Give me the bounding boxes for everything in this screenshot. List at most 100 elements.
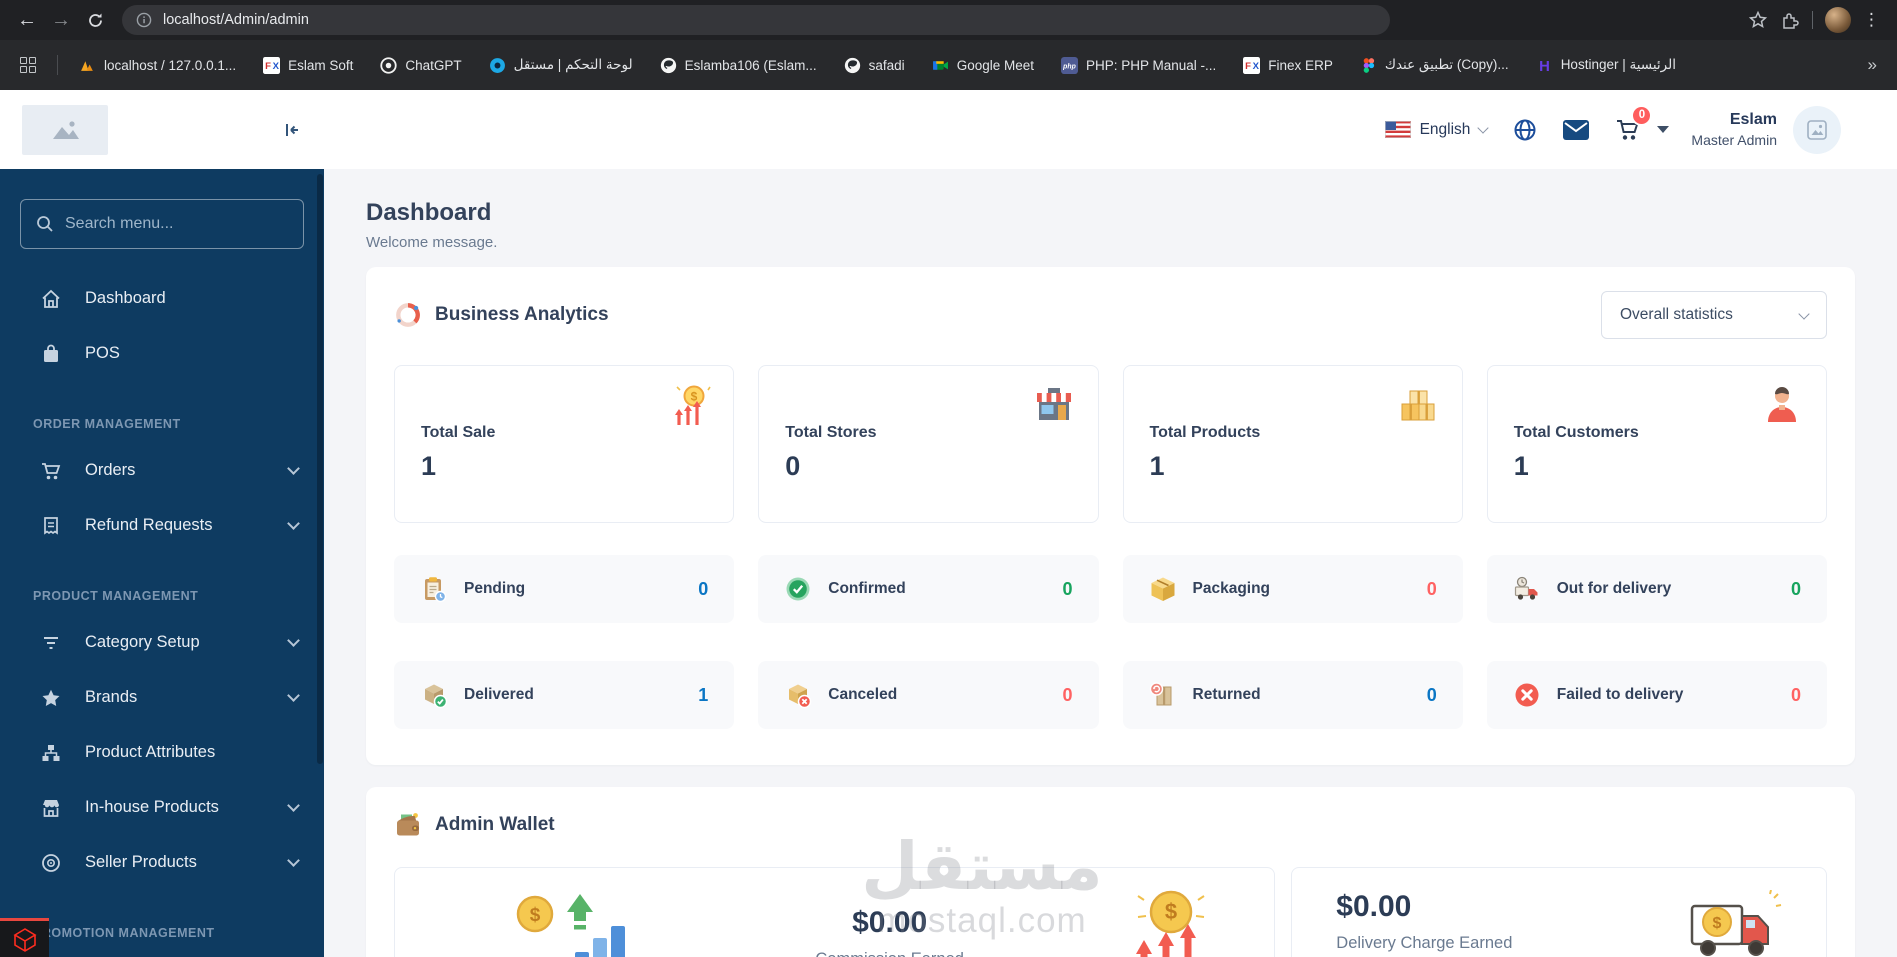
sidebar-item-refund-requests[interactable]: Refund Requests <box>0 498 324 553</box>
stat-card-grid: Total Sale 1 $ Total Stores 0 Total Prod… <box>394 365 1827 523</box>
sidebar-section-order-management: ORDER MANAGEMENT <box>33 417 181 431</box>
user-menu[interactable]: Eslam Master Admin <box>1691 110 1777 149</box>
svg-text:X: X <box>273 61 280 72</box>
chevron-down-icon <box>287 634 300 647</box>
sidebar-collapse-button[interactable] <box>282 120 302 140</box>
pos-cart-button[interactable]: 0 <box>1615 104 1653 142</box>
business-analytics-title: Business Analytics <box>435 304 609 325</box>
order-stat-failed-to-delivery[interactable]: Failed to delivery 0 <box>1486 661 1827 729</box>
delivery-truck-icon <box>1514 576 1538 600</box>
sidebar-item-label: Dashboard <box>85 289 166 307</box>
stat-card-total-sale: Total Sale 1 $ <box>394 365 735 523</box>
order-stat-packaging[interactable]: Packaging 0 <box>1122 555 1463 623</box>
svg-text:$: $ <box>1165 899 1177 924</box>
disc-icon <box>40 852 62 874</box>
bookmark-finex-erp[interactable]: FX Finex ERP <box>1243 56 1333 74</box>
bookmark-chatgpt[interactable]: ChatGPT <box>380 56 462 74</box>
page-subtitle: Welcome message. <box>366 234 498 251</box>
sidebar-item-in-house-products[interactable]: In-house Products <box>0 780 324 835</box>
bookmark-star-icon[interactable] <box>1748 10 1768 30</box>
sidebar-scrollbar[interactable] <box>317 174 323 764</box>
laravel-icon <box>12 928 37 952</box>
chevron-down-icon <box>1798 307 1810 320</box>
finex-icon: FX <box>1243 56 1261 74</box>
sidebar-item-seller-products[interactable]: Seller Products <box>0 835 324 890</box>
order-stat-canceled[interactable]: Canceled 0 <box>758 661 1099 729</box>
admin-app: Dashboard POS ORDER MANAGEMENT Orders Re… <box>0 90 1897 957</box>
messages-button[interactable] <box>1563 119 1590 140</box>
analytics-chart-icon <box>396 303 420 327</box>
sidebar-search[interactable] <box>20 199 304 249</box>
forward-icon[interactable]: → <box>44 3 78 37</box>
order-stat-delivered[interactable]: Delivered 1 <box>394 661 735 729</box>
sidebar-item-dashboard[interactable]: Dashboard <box>0 271 324 326</box>
globe-icon <box>1514 119 1536 140</box>
bookmarks-divider <box>57 55 58 75</box>
app-logo[interactable] <box>22 104 108 155</box>
sidebar-item-category-setup[interactable]: Category Setup <box>0 615 324 670</box>
admin-wallet-card: Admin Wallet $ $0.00 Commission Earned $ <box>366 787 1855 957</box>
address-bar[interactable]: localhost/Admin/admin <box>122 5 1390 35</box>
bookmark-php-manual[interactable]: php PHP: PHP Manual -... <box>1060 56 1216 74</box>
browser-menu-icon[interactable]: ⋮ <box>1863 10 1881 30</box>
bookmark-eslamba106[interactable]: Eslamba106 (Eslam... <box>660 57 817 74</box>
user-name: Eslam <box>1729 111 1777 128</box>
parcels-icon <box>1401 390 1435 421</box>
sidebar-item-label: In-house Products <box>85 798 219 816</box>
packaging-icon <box>1151 577 1174 601</box>
coin-arrows-illustration: $ <box>1136 890 1205 957</box>
language-selector[interactable]: English <box>1384 120 1490 139</box>
sidebar-item-orders[interactable]: Orders <box>0 443 324 498</box>
avatar[interactable] <box>1793 105 1841 154</box>
truck-coin-illustration: $ <box>1690 890 1782 956</box>
stat-card-total-products: Total Products 1 <box>1122 365 1463 523</box>
bookmarks-overflow-chevron[interactable]: » <box>1868 55 1877 75</box>
sidebar-item-product-attributes[interactable]: Product Attributes <box>0 725 324 780</box>
sitemap-icon <box>40 742 62 764</box>
bookmark-hostinger[interactable]: H Hostinger | الرئيسية <box>1536 57 1676 74</box>
bookmark-localhost[interactable]: localhost / 127.0.0.1... <box>79 57 236 74</box>
laravel-debugbar-toggle[interactable] <box>0 918 49 957</box>
bookmark-mostaql[interactable]: لوحة التحكم | مستقل <box>489 57 633 74</box>
admin-wallet-header: Admin Wallet <box>394 811 1827 839</box>
refresh-icon[interactable] <box>78 3 112 37</box>
mail-icon <box>1563 119 1590 140</box>
order-stat-confirmed[interactable]: Confirmed 0 <box>758 555 1099 623</box>
bookmark-eslam-soft[interactable]: FX Eslam Soft <box>263 56 353 74</box>
search-input[interactable] <box>65 215 288 233</box>
sidebar-item-pos[interactable]: POS <box>0 326 324 381</box>
extensions-icon[interactable] <box>1780 10 1800 30</box>
back-icon[interactable]: ← <box>10 3 44 37</box>
sidebar-item-label: POS <box>85 344 120 362</box>
figma-icon <box>1363 57 1374 73</box>
home-icon <box>40 288 62 310</box>
wallet-icon <box>397 813 419 836</box>
sidebar-item-brands[interactable]: Brands <box>0 670 324 725</box>
statistics-filter-select[interactable]: Overall statistics <box>1601 291 1827 339</box>
browser-profile-avatar[interactable] <box>1825 7 1851 33</box>
order-stat-out-for-delivery[interactable]: Out for delivery 0 <box>1486 555 1827 623</box>
svg-text:php: php <box>1062 63 1076 70</box>
order-stat-returned[interactable]: Returned 0 <box>1122 661 1463 729</box>
business-analytics-header: Business Analytics Overall statistics <box>394 291 1827 339</box>
svg-text:$: $ <box>1713 915 1722 932</box>
language-label: English <box>1419 120 1471 138</box>
hostinger-icon: H <box>1539 58 1550 73</box>
pending-icon <box>425 577 447 603</box>
order-stat-pending[interactable]: Pending 0 <box>394 555 735 623</box>
bookmark-figma-app[interactable]: تطبيق عندك (Copy)... <box>1360 57 1509 74</box>
php-icon: php <box>1060 56 1078 74</box>
header-caret-icon[interactable] <box>1657 126 1670 133</box>
apps-grid-icon[interactable] <box>20 57 36 73</box>
sidebar-header <box>0 90 324 169</box>
delivery-charge-earned-value: $0.00 <box>1336 890 1412 923</box>
sidebar-item-label: Product Attributes <box>85 743 216 761</box>
bookmark-google-meet[interactable]: Google Meet <box>932 57 1034 74</box>
site-visit-button[interactable] <box>1513 118 1537 142</box>
chevron-down-icon <box>1477 122 1490 134</box>
chevron-down-icon <box>287 462 300 475</box>
stat-card-total-customers: Total Customers 1 <box>1486 365 1827 523</box>
site-info-icon[interactable] <box>136 12 152 28</box>
sidebar-section-product-management: PRODUCT MANAGEMENT <box>33 589 199 603</box>
bookmark-safadi[interactable]: safadi <box>844 57 905 74</box>
